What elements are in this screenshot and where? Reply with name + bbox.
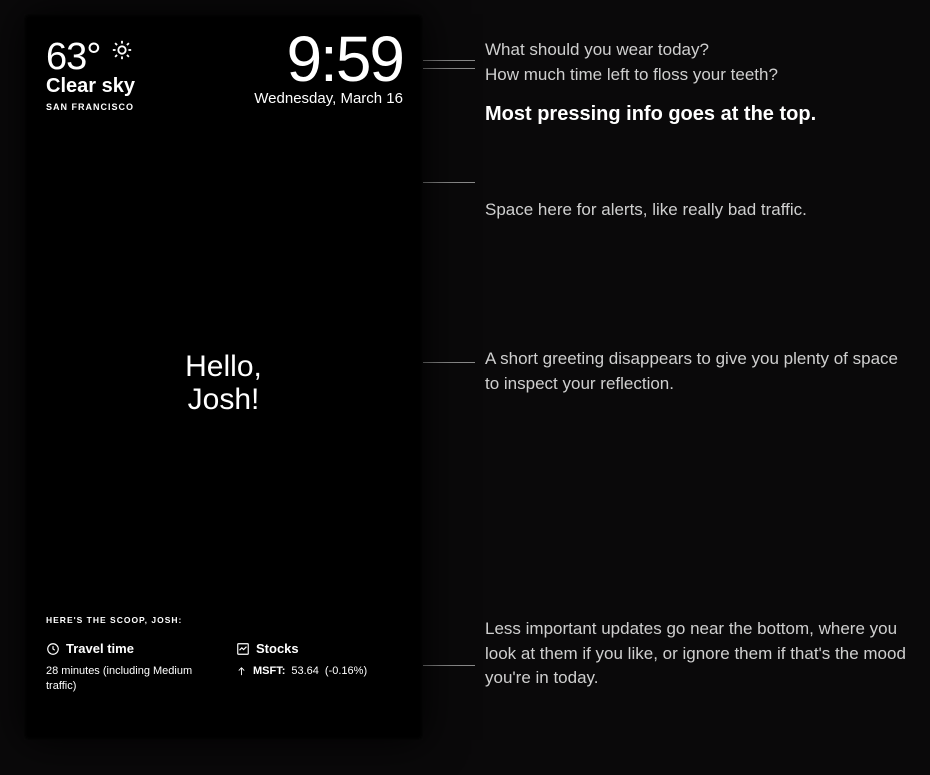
travel-label: Travel time — [66, 641, 134, 656]
travel-body: 28 minutes (including Medium traffic) — [46, 664, 196, 694]
smart-mirror-device: 63° Clear sky SAN FRANCI — [24, 14, 423, 740]
temperature-value: 63° — [46, 36, 100, 79]
weather-widget: 63° Clear sky SAN FRANCI — [46, 36, 135, 112]
greeting-line2: Josh! — [24, 383, 423, 416]
arrow-up-icon — [236, 666, 247, 677]
greeting-text: Hello, Josh! — [24, 350, 423, 416]
annotation-top-questions: What should you wear today? How much tim… — [485, 38, 906, 87]
weather-city: SAN FRANCISCO — [46, 102, 135, 112]
stocks-widget: Stocks MSFT: 53.64 (-0.16%) — [236, 641, 367, 694]
clock-date: Wednesday, March 16 — [254, 90, 403, 107]
annotation-alerts: Space here for alerts, like really bad t… — [485, 198, 906, 223]
annotation-headline: Most pressing info goes at the top. — [485, 100, 906, 129]
greeting-line1: Hello, — [24, 350, 423, 383]
annotation-bottom: Less important updates go near the botto… — [485, 617, 906, 691]
stock-change: (-0.16%) — [325, 664, 367, 679]
clock-widget: 9:59 Wednesday, March 16 — [254, 22, 403, 107]
annotation-greeting: A short greeting disappears to give you … — [485, 347, 906, 396]
travel-widget: Travel time 28 minutes (including Medium… — [46, 641, 196, 694]
sun-icon — [111, 39, 133, 61]
scoop-heading: HERE'S THE SCOOP, JOSH: — [46, 615, 182, 625]
stocks-label: Stocks — [256, 641, 299, 656]
stock-price: 53.64 — [291, 664, 319, 679]
annotation-q1: What should you wear today? — [485, 38, 906, 63]
chart-icon — [236, 642, 250, 656]
clock-time: 9:59 — [254, 22, 403, 96]
clock-icon — [46, 642, 60, 656]
annotation-q2: How much time left to floss your teeth? — [485, 63, 906, 88]
bottom-widgets: Travel time 28 minutes (including Medium… — [46, 641, 403, 694]
stock-symbol: MSFT: — [253, 664, 285, 679]
weather-condition: Clear sky — [46, 75, 135, 98]
